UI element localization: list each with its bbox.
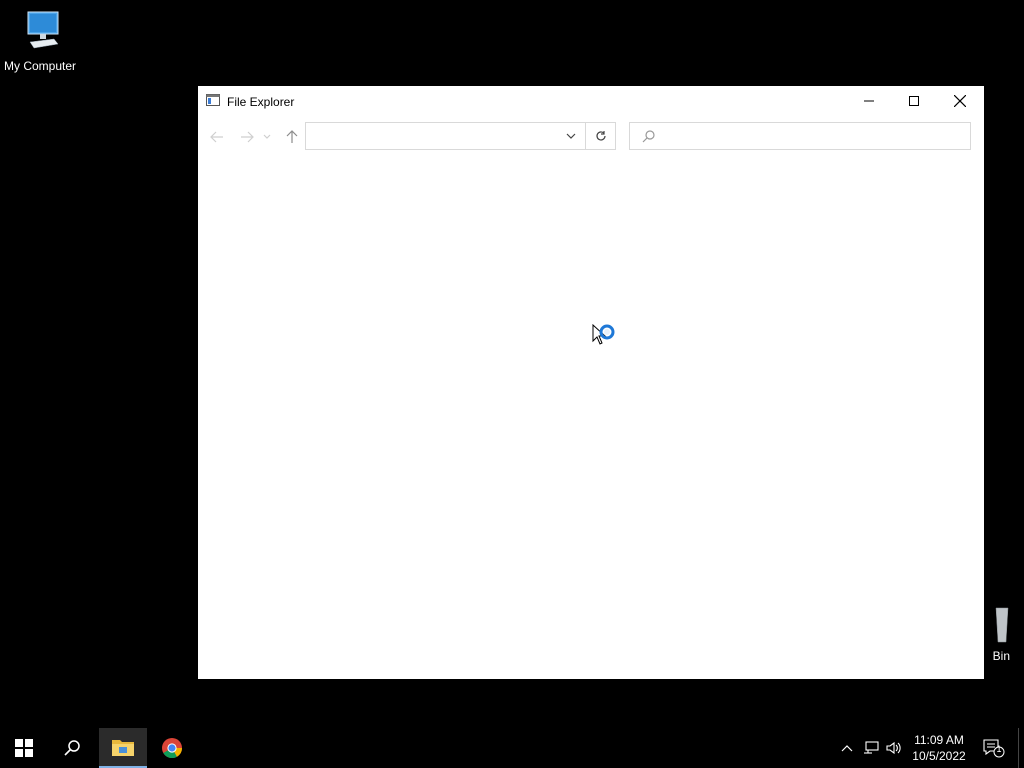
minimize-icon — [864, 100, 874, 102]
busy-cursor — [592, 323, 618, 357]
back-button[interactable] — [206, 122, 228, 152]
title-bar[interactable]: File Explorer — [198, 86, 984, 116]
chevron-down-icon — [263, 134, 271, 139]
taskbar-search-button[interactable] — [48, 728, 96, 768]
window-title: File Explorer — [227, 95, 295, 109]
content-area — [198, 156, 984, 679]
notification-count: 1 — [996, 744, 1002, 754]
file-explorer-window: File Explorer — [198, 86, 984, 679]
arrow-left-icon — [210, 131, 223, 143]
arrow-up-icon — [286, 130, 298, 143]
search-icon — [642, 130, 655, 143]
windows-logo-icon — [15, 739, 33, 757]
taskbar-clock[interactable]: 11:09 AM 10/5/2022 — [905, 732, 973, 764]
chevron-down-icon — [566, 133, 576, 139]
recent-locations-button[interactable] — [260, 122, 274, 152]
file-explorer-app-icon — [206, 94, 220, 106]
refresh-button[interactable] — [586, 123, 615, 149]
maximize-icon — [909, 96, 919, 106]
network-icon — [864, 741, 879, 754]
maximize-button[interactable] — [891, 86, 937, 116]
taskbar-file-explorer[interactable] — [99, 728, 147, 768]
chevron-up-icon — [841, 745, 853, 752]
speaker-icon — [886, 741, 901, 755]
monitor-icon — [27, 11, 59, 49]
show-hidden-icons-button[interactable] — [835, 728, 859, 768]
close-icon — [954, 95, 966, 107]
search-icon — [64, 740, 80, 756]
busy-cursor-icon — [592, 323, 615, 345]
desktop-icon-my-computer[interactable]: My Computer — [0, 8, 80, 73]
clock-time: 11:09 AM — [914, 733, 964, 747]
network-button[interactable] — [859, 728, 883, 768]
start-button[interactable] — [0, 728, 48, 768]
forward-button[interactable] — [236, 122, 258, 152]
minimize-button[interactable] — [846, 86, 892, 116]
volume-button[interactable] — [882, 728, 906, 768]
search-input[interactable] — [662, 125, 966, 149]
address-dropdown-button[interactable] — [557, 123, 585, 149]
address-bar[interactable] — [305, 122, 616, 150]
taskbar-chrome[interactable] — [148, 728, 196, 768]
action-center-button[interactable]: 1 — [978, 728, 1008, 768]
clock-date: 10/5/2022 — [912, 749, 966, 763]
navigation-bar — [198, 122, 984, 152]
show-desktop-button[interactable] — [1018, 728, 1024, 768]
arrow-right-icon — [241, 131, 254, 143]
refresh-icon — [595, 131, 606, 141]
chrome-icon — [162, 738, 183, 759]
folder-icon — [112, 740, 134, 756]
desktop-icon-label: My Computer — [3, 59, 77, 73]
close-button[interactable] — [937, 86, 983, 116]
search-box[interactable] — [629, 122, 971, 150]
up-button[interactable] — [281, 122, 303, 152]
taskbar: 11:09 AM 10/5/2022 1 — [0, 728, 1024, 768]
